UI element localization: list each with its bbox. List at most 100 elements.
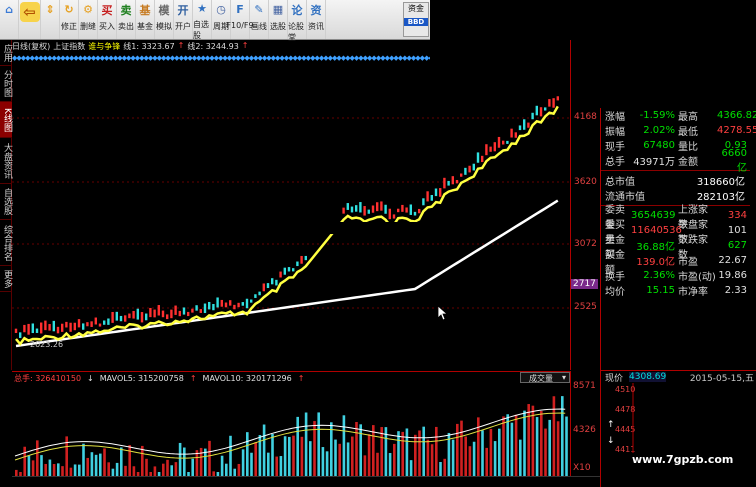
volume-bar — [372, 425, 375, 476]
period-button[interactable]: ◷ 周期 — [212, 0, 231, 39]
simulate-button[interactable]: 模模拟 — [155, 0, 174, 39]
volume-bar — [73, 464, 77, 476]
price-tick: 3620 — [574, 177, 597, 187]
volume-bar — [548, 419, 551, 476]
volume-bar — [456, 423, 459, 476]
candle — [166, 314, 169, 320]
candle — [27, 323, 30, 335]
ma-white-line — [15, 199, 559, 348]
candle — [245, 298, 249, 309]
volume-bar — [519, 439, 522, 476]
stat-label: 换手 — [605, 272, 625, 283]
volume-chart[interactable] — [12, 384, 570, 476]
stat-value: 4278.55 — [717, 125, 756, 136]
fund-label: 资金 — [408, 4, 424, 13]
candle — [342, 207, 345, 214]
stats-panel: 涨幅 -1.59% 最高 4366.82 振幅 2.02% 最低 4278.55 现手 67480… — [600, 108, 756, 370]
chart-mode: 日线(复权) — [12, 42, 51, 51]
fund-button[interactable]: 基基金 — [136, 0, 155, 39]
volume-bar — [178, 442, 182, 476]
toolbar-label: 自选股 — [193, 20, 209, 40]
volume-bar — [393, 443, 396, 476]
open-account-button[interactable]: 开开户 — [174, 0, 193, 39]
volume-bar — [174, 462, 178, 476]
side-tab[interactable]: 更多 — [0, 266, 12, 292]
candle — [405, 207, 408, 213]
candle — [48, 324, 51, 331]
refresh-button[interactable]: ↻ 修正 — [60, 0, 79, 39]
side-tab[interactable]: 自选股 — [0, 184, 12, 220]
candle — [199, 309, 202, 313]
mini-price-value: 4308.69 — [629, 372, 667, 382]
candle — [262, 283, 265, 292]
candle — [388, 208, 391, 220]
mavol5-arrow-icon: ↑ — [189, 373, 197, 383]
volume-bar — [94, 454, 98, 476]
candle — [497, 136, 501, 148]
volume-bar — [477, 417, 480, 476]
candle — [111, 311, 114, 323]
up-down-icon: ⇕ — [45, 3, 55, 16]
stat-value: 318660亿 — [696, 177, 745, 188]
volume-bar — [275, 456, 278, 476]
sell-icon: 卖 — [120, 3, 132, 17]
side-tab[interactable]: 分时图 — [0, 66, 12, 102]
sell-button[interactable]: 卖卖出 — [117, 0, 136, 39]
candle — [178, 310, 181, 317]
settings-button[interactable]: ⚙ 删缝 — [79, 0, 98, 39]
volume-tick: 4326 — [573, 425, 596, 435]
fund-bbd-button[interactable]: 资金 BBD — [403, 2, 429, 37]
candle — [451, 176, 454, 185]
indicator-name[interactable]: 谁与争锋 — [88, 41, 120, 53]
home-button[interactable]: ⌂ — [0, 0, 19, 39]
buy-button[interactable]: 买买入 — [98, 0, 117, 39]
simulate-icon: 模 — [158, 3, 170, 17]
volume-bar — [330, 422, 333, 476]
volume-bar — [27, 455, 31, 476]
news-button[interactable]: 资资讯 — [307, 0, 326, 39]
candle — [19, 332, 22, 338]
candle — [539, 107, 543, 117]
up-down-button[interactable]: ⇕ — [41, 0, 60, 39]
toolbar-label: 选股 — [270, 22, 286, 31]
mini-axis-line: ↑ ↓ — [607, 383, 634, 453]
mini-arrow-icon: ↓ — [607, 436, 615, 446]
forum-button[interactable]: 论论股堂 — [288, 0, 307, 42]
volume-bar — [565, 416, 568, 476]
stat-label: 最高 — [678, 112, 698, 123]
select-stock-button[interactable]: ▦ 选股 — [269, 0, 288, 39]
side-tab[interactable]: K线图 — [0, 102, 12, 138]
stats-row: 涨幅 -1.59% 最高 4366.82 — [601, 108, 756, 123]
horizontal-scrollbar[interactable] — [12, 476, 600, 487]
draw-line-button[interactable]: ✎ 画线 — [250, 0, 269, 39]
candle — [132, 310, 135, 319]
stat-value: 19.86 — [718, 270, 747, 281]
watchlist-button[interactable]: ★ 自选股 — [193, 0, 212, 40]
candle — [220, 299, 223, 307]
stat-label: 最低 — [678, 127, 698, 138]
volume-indicator-select[interactable]: 成交量 ▾ — [520, 372, 570, 383]
candle — [363, 206, 366, 216]
side-tab[interactable]: 应用 — [0, 40, 12, 66]
candle — [124, 315, 127, 322]
back-arrow-button[interactable]: ⇦ — [19, 0, 41, 39]
side-tab[interactable]: 综合排名 — [0, 220, 12, 266]
toolbar-label: 修正 — [61, 22, 77, 31]
volume-bar — [430, 444, 434, 476]
buy-icon: 买 — [101, 3, 113, 17]
candle — [481, 155, 484, 163]
candlestick-chart[interactable]: 2023.26 — [12, 64, 570, 364]
volume-bar — [246, 432, 249, 476]
candle — [279, 271, 282, 278]
refresh-icon: ↻ — [64, 3, 74, 16]
volume-bar — [44, 463, 47, 476]
candle — [384, 204, 387, 214]
volume-bar — [262, 424, 266, 476]
toolbar-label: 买入 — [99, 22, 115, 31]
f10-button[interactable]: F F10/F9 — [226, 0, 254, 39]
volume-bar — [183, 447, 186, 476]
volume-bar — [57, 463, 60, 476]
candle — [493, 142, 496, 152]
side-tab[interactable]: 大盘资讯 — [0, 138, 12, 184]
candle — [157, 305, 160, 316]
